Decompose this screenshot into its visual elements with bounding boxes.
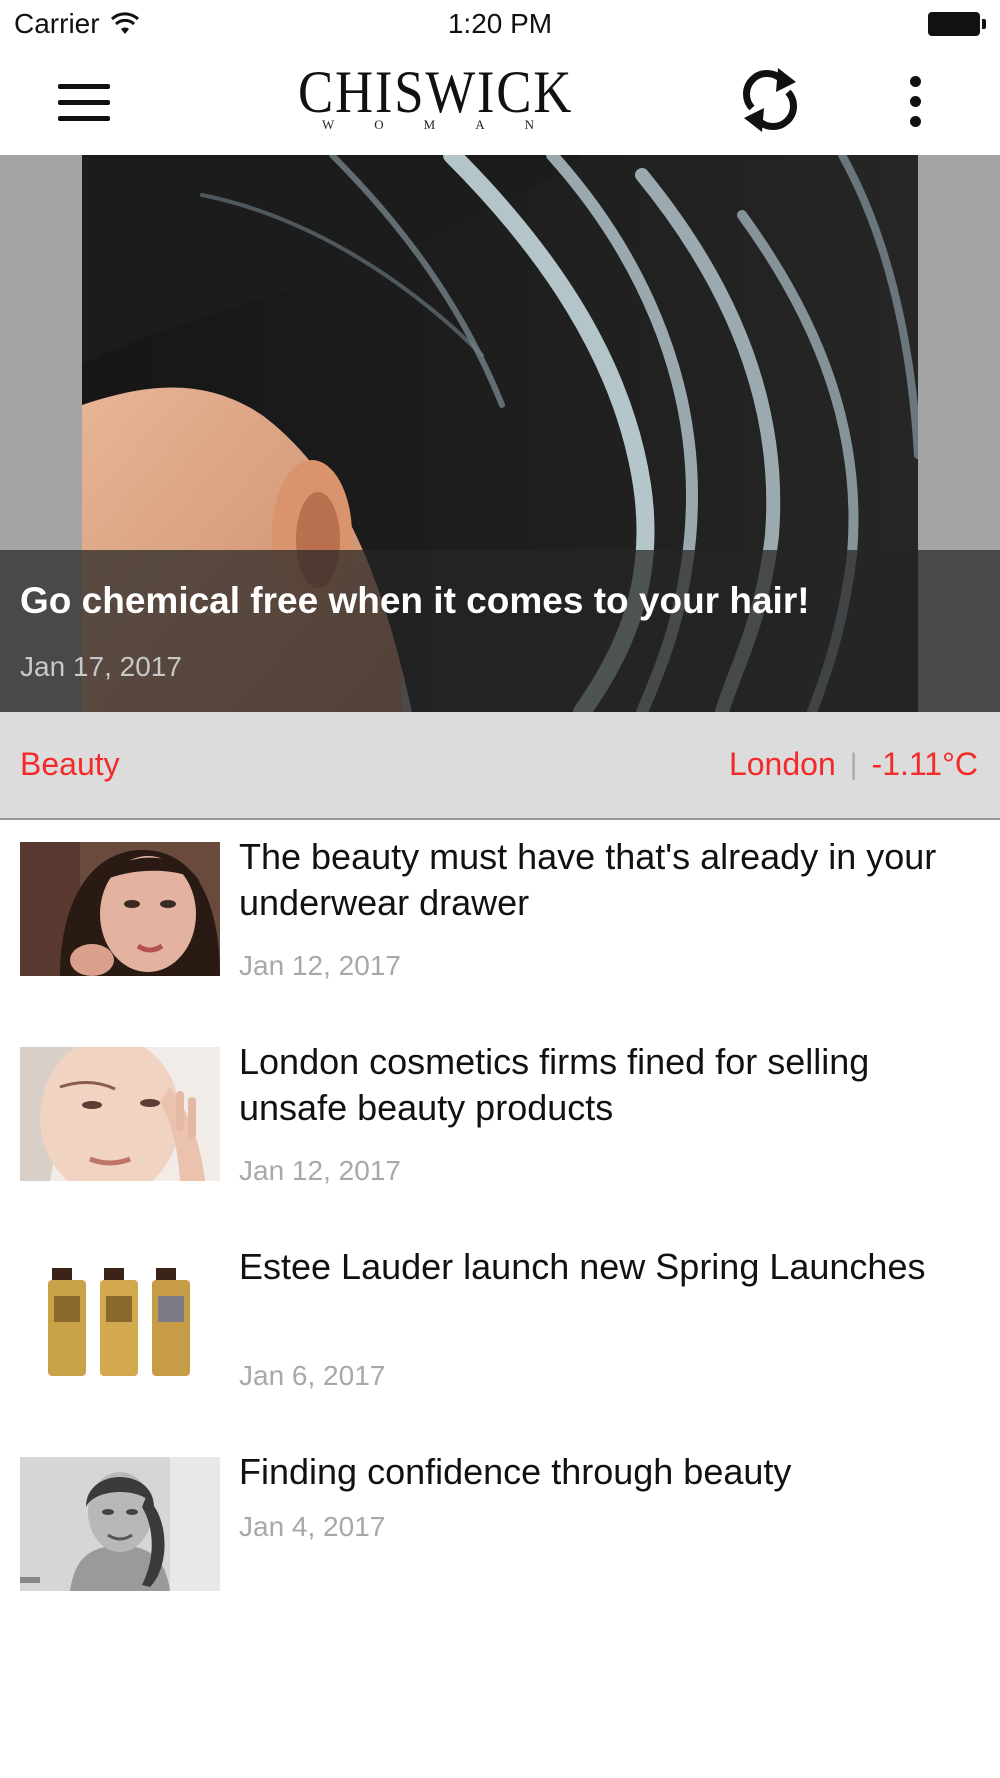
weather-separator: | bbox=[849, 747, 858, 781]
weather-temperature: -1.11°C bbox=[871, 746, 978, 782]
menu-button[interactable] bbox=[50, 72, 120, 132]
hero-caption-overlay bbox=[0, 550, 1000, 712]
article-thumbnail bbox=[20, 1047, 220, 1181]
more-options-button[interactable] bbox=[888, 72, 944, 132]
article-date: Jan 12, 2017 bbox=[239, 1155, 401, 1186]
more-vertical-icon-dot bbox=[910, 96, 921, 107]
more-vertical-icon bbox=[910, 76, 921, 87]
refresh-button[interactable] bbox=[738, 64, 802, 136]
article-title: Finding confidence through beauty bbox=[239, 1451, 792, 1492]
more-vertical-icon-dot bbox=[910, 116, 921, 127]
article-item[interactable]: Estee Lauder launch new Spring Launches … bbox=[0, 1232, 1000, 1422]
refresh-icon bbox=[743, 68, 797, 132]
status-bar: Carrier 1:20 PM bbox=[0, 0, 1000, 50]
article-thumbnail bbox=[20, 1457, 220, 1591]
article-item[interactable]: London cosmetics firms fined for selling… bbox=[0, 1027, 1000, 1217]
status-time: 1:20 PM bbox=[447, 8, 553, 39]
article-thumbnail bbox=[20, 842, 220, 976]
category-label[interactable]: Beauty bbox=[20, 746, 120, 783]
featured-article[interactable]: Go chemical free when it comes to your h… bbox=[0, 155, 1000, 712]
article-thumbnail bbox=[20, 1252, 220, 1386]
logo-wordmark: CHISWICK bbox=[298, 59, 574, 125]
app-logo[interactable]: CHISWICK WOMAN bbox=[280, 60, 580, 140]
article-date: Jan 6, 2017 bbox=[239, 1360, 386, 1391]
battery-icon bbox=[928, 12, 986, 36]
weather-info: London | -1.11°C bbox=[729, 746, 978, 783]
hero-date: Jan 17, 2017 bbox=[20, 651, 182, 682]
article-item[interactable]: The beauty must have that's already in y… bbox=[0, 822, 1000, 1012]
weather-city: London bbox=[728, 746, 836, 782]
article-date: Jan 12, 2017 bbox=[239, 950, 401, 981]
nav-bar: CHISWICK WOMAN bbox=[0, 50, 1000, 155]
article-title: London cosmetics firms fined for selling… bbox=[239, 1041, 870, 1128]
article-title: The beauty must have that's already in y… bbox=[239, 836, 937, 923]
menu-icon-bar bbox=[58, 100, 110, 105]
hero-title: Go chemical free when it comes to your h… bbox=[20, 580, 810, 621]
article-title: Estee Lauder launch new Spring Launches bbox=[239, 1246, 926, 1287]
article-item[interactable]: Finding confidence through beauty Jan 4,… bbox=[0, 1437, 1000, 1627]
category-bar: Beauty London | -1.11°C bbox=[0, 712, 1000, 820]
menu-icon-bar bbox=[58, 116, 110, 121]
article-date: Jan 4, 2017 bbox=[239, 1511, 386, 1542]
menu-icon bbox=[58, 84, 110, 89]
